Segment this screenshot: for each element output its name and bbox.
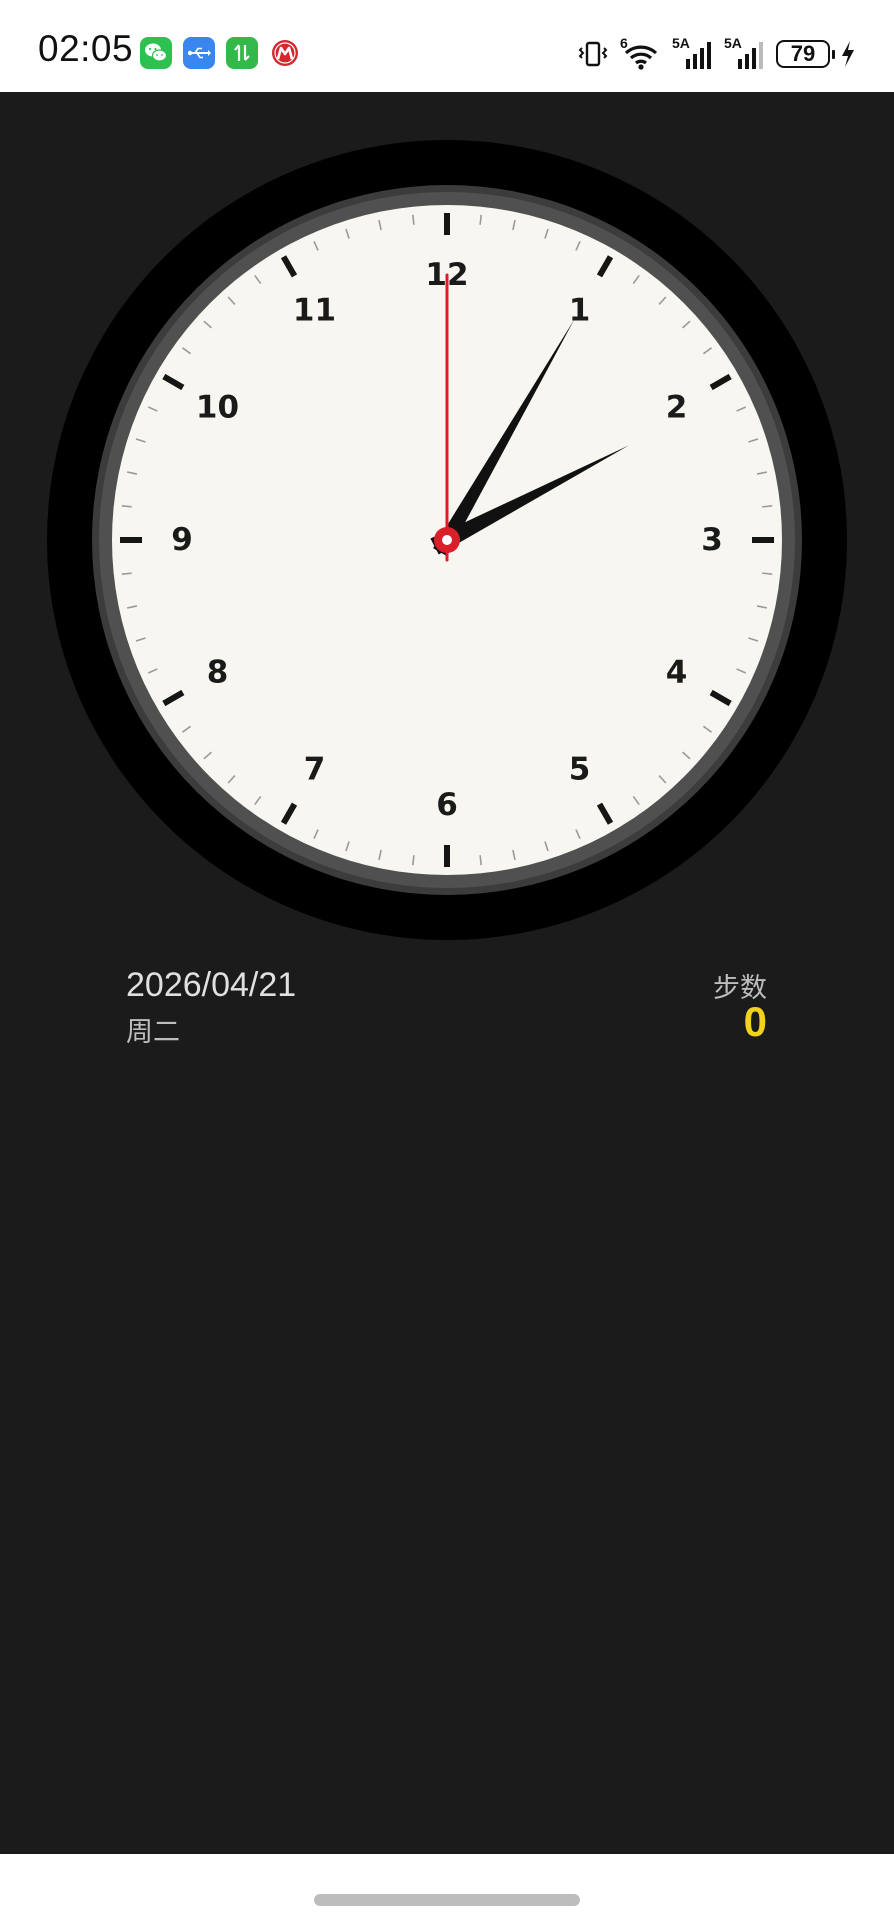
minute-tick [121,572,132,575]
hour-numeral: 11 [293,293,336,329]
minute-tick [479,214,482,225]
screen: 02:05 6 5A 5A 79 12 1 2 3 4 5 6 7 8 9 10… [0,0,894,1920]
navigation-bar [0,1854,894,1920]
minute-tick [412,214,415,225]
home-indicator[interactable] [314,1894,580,1906]
hour-numeral: 10 [196,390,239,426]
signal-2-icon: 5A [724,35,766,71]
hour-numeral: 2 [666,390,688,426]
minute-tick [762,505,773,508]
battery-icon: 79 [776,40,835,68]
center-hub-dot [442,535,452,545]
status-indicators: 6 5A 5A 79 [576,34,856,74]
hour-numeral: 9 [171,522,193,558]
minute-tick [762,572,773,575]
bank-app-icon [269,37,301,69]
status-time: 02:05 [38,28,134,69]
vibrate-icon [578,41,608,67]
clock-screen: 12 1 2 3 4 5 6 7 8 9 10 11 2026/04/21 周二 步数 0 [0,92,894,1854]
battery-level: 79 [790,41,816,66]
hour-numeral: 8 [207,655,229,691]
minute-tick [479,855,482,866]
charging-icon [842,41,854,67]
minute-tick [121,505,132,508]
hour-numeral: 3 [701,522,723,558]
signal-1-icon: 5A [672,35,714,71]
hour-numeral: 4 [666,655,688,691]
hour-numeral: 7 [304,751,326,787]
usb-icon [183,37,215,69]
hour-numeral: 1 [569,293,591,329]
status-bar: 02:05 6 5A 5A 79 [0,0,894,92]
analog-clock: 12 1 2 3 4 5 6 7 8 9 10 11 [47,140,847,940]
data-transfer-icon [226,37,258,69]
wechat-icon [140,37,172,69]
hour-numeral: 6 [436,787,458,823]
date-label: 2026/04/21 [126,966,297,1004]
wifi-icon: 6 [620,35,662,71]
hour-numeral: 5 [569,751,591,787]
steps-count: 0 [743,998,767,1045]
minute-tick [412,855,415,866]
weekday-label: 周二 [126,1017,180,1047]
clock-face-svg: 121234567891011 [47,140,847,940]
